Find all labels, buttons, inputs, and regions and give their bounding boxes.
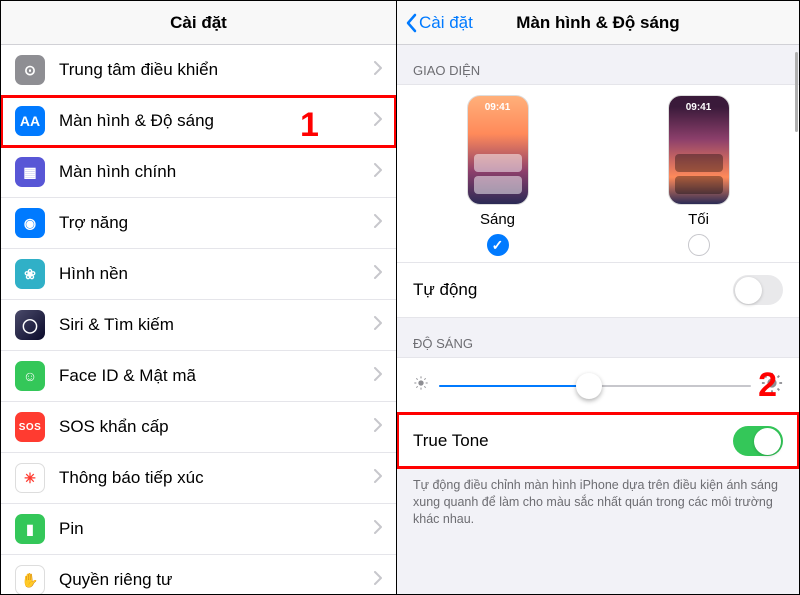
dark-radio[interactable]	[688, 234, 710, 256]
chevron-right-icon	[374, 265, 382, 284]
home-screen-icon: ▦	[15, 157, 45, 187]
row-label: Trợ năng	[59, 213, 360, 233]
callout-1: 1	[300, 106, 319, 145]
back-button[interactable]: Cài đặt	[405, 1, 473, 44]
brightness-slider-row	[397, 358, 799, 413]
settings-row-faceid[interactable]: ☺ Face ID & Mật mã	[1, 351, 396, 402]
row-label: Quyền riêng tư	[59, 570, 360, 590]
wallpaper-icon: ❀	[15, 259, 45, 289]
settings-row-battery[interactable]: ▮ Pin	[1, 504, 396, 555]
siri-icon: ◯	[15, 310, 45, 340]
detail-title: Màn hình & Độ sáng	[516, 13, 679, 33]
chevron-right-icon	[374, 214, 382, 233]
dark-label: Tối	[688, 211, 709, 228]
chevron-right-icon	[374, 163, 382, 182]
light-radio[interactable]	[487, 234, 509, 256]
sos-icon: SOS	[15, 412, 45, 442]
chevron-right-icon	[374, 316, 382, 335]
privacy-icon: ✋	[15, 565, 45, 594]
accessibility-icon: ◉	[15, 208, 45, 238]
brightness-card: True Tone 2	[397, 357, 799, 469]
truetone-label: True Tone	[413, 431, 489, 451]
callout-2: 2	[758, 366, 777, 405]
sun-small-icon	[413, 375, 429, 396]
settings-row-siri[interactable]: ◯ Siri & Tìm kiếm	[1, 300, 396, 351]
truetone-note: Tự động điều chỉnh màn hình iPhone dựa t…	[397, 469, 799, 542]
light-preview-icon: 09:41	[467, 95, 529, 205]
chevron-right-icon	[374, 571, 382, 590]
appearance-light-option[interactable]: 09:41 Sáng	[467, 95, 529, 256]
row-label: Trung tâm điều khiển	[59, 60, 360, 80]
detail-header: Cài đặt Màn hình & Độ sáng	[397, 1, 799, 45]
control-center-icon: ⊙	[15, 55, 45, 85]
row-label: Siri & Tìm kiếm	[59, 315, 360, 335]
auto-label: Tự động	[413, 280, 477, 300]
chevron-right-icon	[374, 112, 382, 131]
row-label: Face ID & Mật mã	[59, 366, 360, 386]
battery-icon: ▮	[15, 514, 45, 544]
chevron-right-icon	[374, 520, 382, 539]
settings-root-panel: Cài đặt ⊙Trung tâm điều khiểnAAMàn hình …	[1, 1, 397, 594]
settings-row-display-brightness[interactable]: AAMàn hình & Độ sáng	[1, 96, 396, 147]
settings-row-home-screen[interactable]: ▦ Màn hình chính	[1, 147, 396, 198]
display-brightness-icon: AA	[15, 106, 45, 136]
chevron-right-icon	[374, 469, 382, 488]
settings-row-accessibility[interactable]: ◉ Trợ năng	[1, 198, 396, 249]
preview-clock: 09:41	[468, 102, 528, 113]
settings-title: Cài đặt	[170, 13, 227, 33]
settings-row-wallpaper[interactable]: ❀ Hình nền	[1, 249, 396, 300]
appearance-dark-option[interactable]: 09:41 Tối	[668, 95, 730, 256]
exposure-icon: ✳	[15, 463, 45, 493]
settings-row-privacy[interactable]: ✋ Quyền riêng tư	[1, 555, 396, 594]
back-label: Cài đặt	[419, 13, 473, 33]
chevron-left-icon	[405, 13, 417, 33]
settings-list: ⊙ Trung tâm điều khiển AAMàn hình & Độ sán…	[1, 45, 396, 594]
row-label: SOS khẩn cấp	[59, 417, 360, 437]
dark-preview-icon: 09:41	[668, 95, 730, 205]
row-label: Màn hình chính	[59, 162, 360, 182]
auto-appearance-row: Tự động	[397, 262, 799, 317]
truetone-row: True Tone	[397, 413, 799, 468]
settings-header: Cài đặt	[1, 1, 396, 45]
settings-row-sos[interactable]: SOS SOS khẩn cấp	[1, 402, 396, 453]
section-header-appearance: GIAO DIỆN	[397, 45, 799, 84]
settings-row-control-center[interactable]: ⊙ Trung tâm điều khiển	[1, 45, 396, 96]
preview-clock: 09:41	[669, 102, 729, 113]
faceid-icon: ☺	[15, 361, 45, 391]
chevron-right-icon	[374, 367, 382, 386]
auto-toggle[interactable]	[733, 275, 783, 305]
display-brightness-panel: Cài đặt Màn hình & Độ sáng GIAO DIỆN 09:…	[397, 1, 799, 594]
brightness-slider[interactable]	[439, 385, 751, 387]
chevron-right-icon	[374, 61, 382, 80]
light-label: Sáng	[480, 211, 515, 228]
row-label: Thông báo tiếp xúc	[59, 468, 360, 488]
row-label: Pin	[59, 519, 360, 539]
section-header-brightness: ĐỘ SÁNG	[397, 318, 799, 357]
chevron-right-icon	[374, 418, 382, 437]
settings-row-exposure[interactable]: ✳ Thông báo tiếp xúc	[1, 453, 396, 504]
appearance-card: 09:41 Sáng 09:41 Tối Tự động	[397, 84, 799, 318]
truetone-toggle[interactable]	[733, 426, 783, 456]
row-label: Hình nền	[59, 264, 360, 284]
